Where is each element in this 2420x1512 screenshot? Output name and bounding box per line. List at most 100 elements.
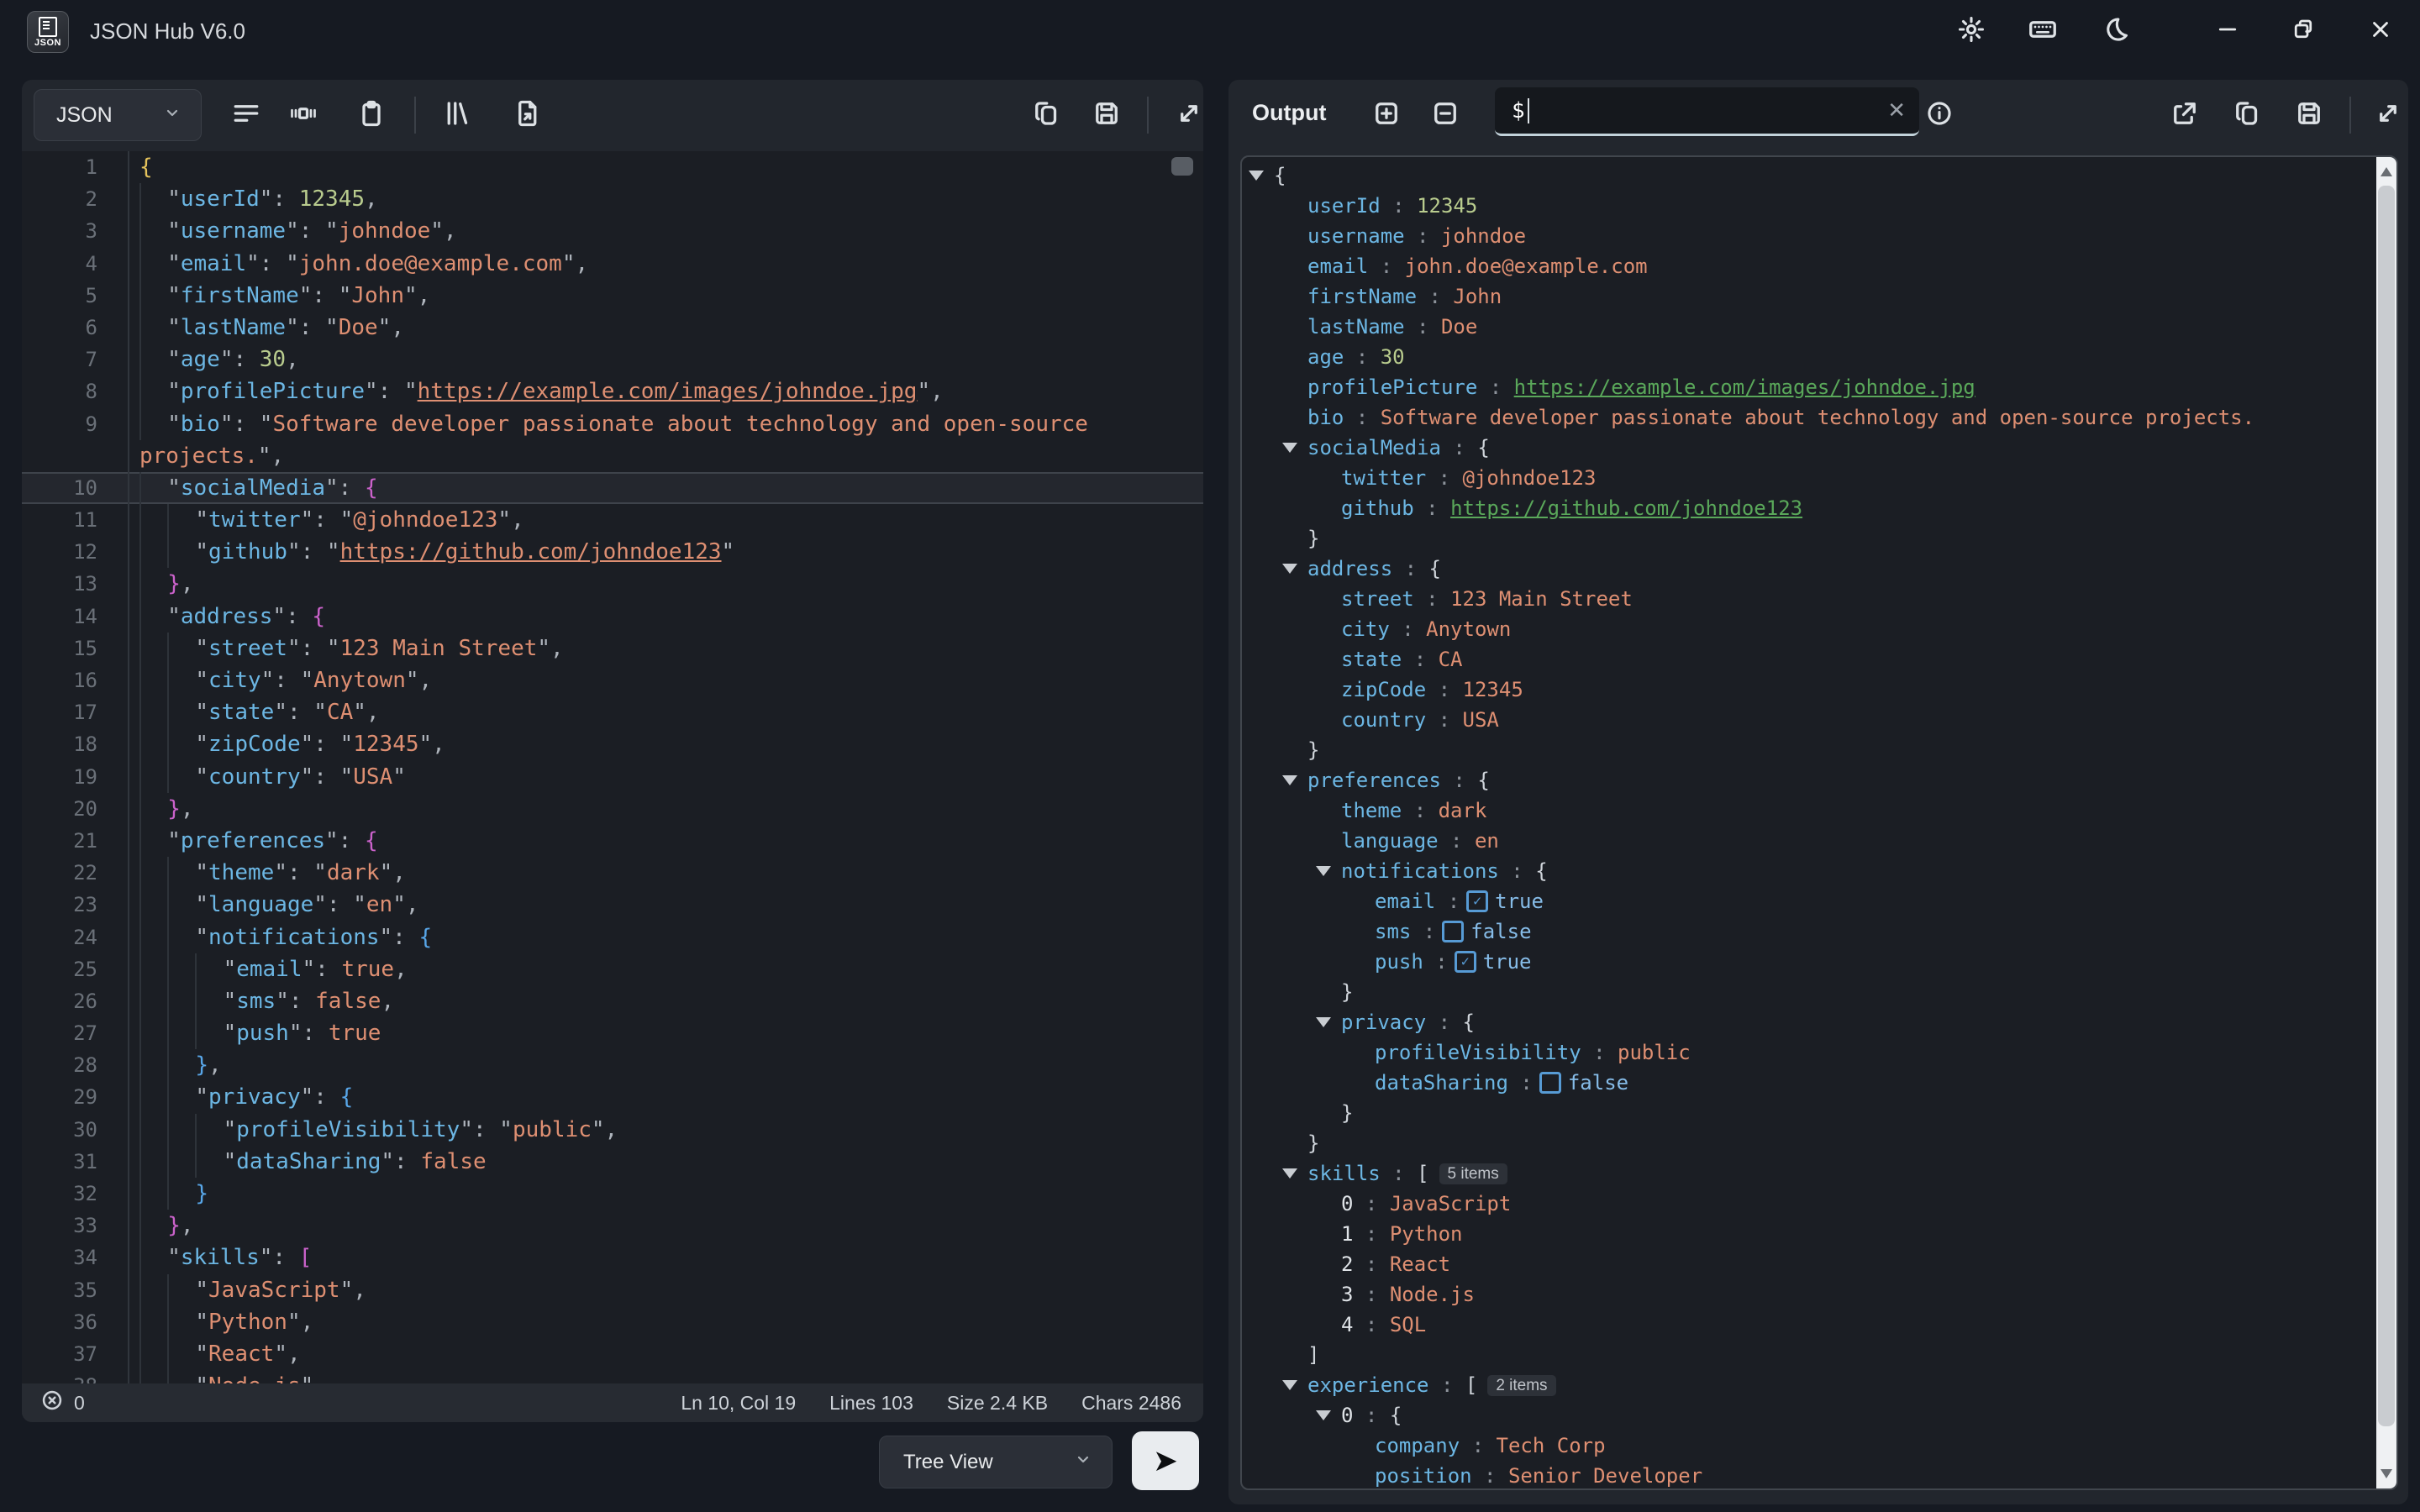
tree-key: skills bbox=[1307, 1158, 1381, 1189]
tree-row: lastName : Doe bbox=[1242, 312, 2375, 342]
collapse-all-button[interactable] bbox=[1428, 98, 1462, 132]
tree-link-value[interactable]: https://example.com/images/johndoe.jpg bbox=[1514, 372, 1975, 402]
tree-row: email :✓true bbox=[1242, 886, 2375, 916]
output-scrollbar-thumb[interactable] bbox=[2378, 186, 2395, 1426]
line-count: Lines 103 bbox=[829, 1392, 913, 1415]
editor-line: 15"street": "123 Main Street", bbox=[22, 633, 1203, 664]
tree-key: state bbox=[1341, 644, 1402, 675]
chevron-down-icon bbox=[1073, 1449, 1093, 1475]
copy-icon bbox=[1031, 98, 1061, 133]
editor-line: 30"profileVisibility": "public", bbox=[22, 1114, 1203, 1146]
line-number: 23 bbox=[22, 889, 129, 921]
library-button[interactable] bbox=[440, 98, 474, 132]
tree-key: dataSharing bbox=[1375, 1068, 1508, 1098]
copy-output-button[interactable] bbox=[2230, 98, 2264, 132]
line-number: 29 bbox=[22, 1081, 129, 1113]
collapse-arrow-icon[interactable] bbox=[1316, 1410, 1331, 1420]
editor-scrollbar-thumb[interactable] bbox=[1171, 157, 1193, 176]
collapse-arrow-icon[interactable] bbox=[1282, 1168, 1297, 1179]
theme-toggle-button[interactable] bbox=[2101, 16, 2131, 46]
tree-row: 1 : Python bbox=[1242, 1219, 2375, 1249]
output-scrollbar[interactable] bbox=[2376, 157, 2396, 1488]
share-output-button[interactable] bbox=[2168, 98, 2202, 132]
export-file-button[interactable] bbox=[510, 98, 544, 132]
line-number: 14 bbox=[22, 601, 129, 633]
expand-icon bbox=[2373, 98, 2403, 133]
tree-row: zipCode : 12345 bbox=[1242, 675, 2375, 705]
tree-row: username : johndoe bbox=[1242, 221, 2375, 251]
collapse-arrow-icon[interactable] bbox=[1282, 564, 1297, 574]
tree-value: 12345 bbox=[1463, 675, 1523, 705]
tree-value: Senior Developer bbox=[1508, 1461, 1702, 1490]
close-button[interactable] bbox=[2363, 13, 2398, 49]
run-button[interactable]: ➤ bbox=[1132, 1431, 1199, 1490]
line-number: 27 bbox=[22, 1017, 129, 1049]
save-output-button[interactable] bbox=[2292, 98, 2326, 132]
tree-key: position bbox=[1375, 1461, 1472, 1490]
collapse-arrow-icon[interactable] bbox=[1249, 171, 1264, 181]
collapse-arrow-icon[interactable] bbox=[1282, 443, 1297, 453]
tree-row: street : 123 Main Street bbox=[1242, 584, 2375, 614]
expand-all-button[interactable] bbox=[1370, 98, 1403, 132]
tree-row: twitter : @johndoe123 bbox=[1242, 463, 2375, 493]
checkbox-unchecked-icon bbox=[1442, 921, 1464, 942]
tree-key: experience bbox=[1307, 1370, 1429, 1400]
tree-brace: } bbox=[1341, 1098, 1353, 1128]
format-select[interactable]: JSON bbox=[34, 89, 202, 141]
tree-row: 3 : Node.js bbox=[1242, 1279, 2375, 1310]
editor-line: 31"dataSharing": false bbox=[22, 1146, 1203, 1178]
line-number: 2 bbox=[22, 183, 129, 215]
url-link[interactable]: https://example.com/images/johndoe.jpg bbox=[418, 375, 918, 407]
line-number: 24 bbox=[22, 921, 129, 953]
clear-filter-icon[interactable]: ✕ bbox=[1887, 97, 1906, 123]
collapse-arrow-icon[interactable] bbox=[1282, 1380, 1297, 1390]
editor-line: 29"privacy": { bbox=[22, 1081, 1203, 1113]
tree-index: 1 bbox=[1341, 1219, 1353, 1249]
tree-value: Software developer passionate about tech… bbox=[1381, 402, 2254, 433]
tree-value: Python bbox=[1390, 1219, 1463, 1249]
tree-brace: { bbox=[1463, 1007, 1475, 1037]
json-code-editor[interactable]: 1{2"userId": 12345,3"username": "johndoe… bbox=[22, 151, 1203, 1383]
tree-value: Node.js bbox=[1390, 1279, 1475, 1310]
restore-button[interactable] bbox=[2286, 13, 2321, 49]
editor-line: 1{ bbox=[22, 151, 1203, 183]
view-mode-value: Tree View bbox=[903, 1451, 993, 1474]
scroll-up-icon[interactable] bbox=[2381, 167, 2392, 176]
scroll-down-icon[interactable] bbox=[2381, 1469, 2392, 1478]
paste-button[interactable] bbox=[355, 98, 388, 132]
format-document-button[interactable] bbox=[229, 98, 263, 132]
jsonpath-filter-input[interactable]: $ ✕ bbox=[1495, 87, 1919, 136]
minify-button[interactable] bbox=[287, 98, 320, 132]
moon-icon bbox=[2102, 15, 2130, 48]
output-panel: Output $ ✕ bbox=[1228, 80, 2408, 1504]
minimize-button[interactable] bbox=[2210, 13, 2245, 49]
copy-json-button[interactable] bbox=[1029, 98, 1063, 132]
expand-editor-button[interactable] bbox=[1172, 98, 1206, 132]
tree-index: 3 bbox=[1341, 1279, 1353, 1310]
tree-link-value[interactable]: https://github.com/johndoe123 bbox=[1450, 493, 1802, 523]
filter-info-button[interactable] bbox=[1923, 98, 1956, 132]
collapse-arrow-icon[interactable] bbox=[1282, 775, 1297, 785]
settings-button[interactable] bbox=[1956, 16, 1986, 46]
line-number: 37 bbox=[22, 1338, 129, 1370]
line-number bbox=[22, 440, 129, 472]
line-number: 28 bbox=[22, 1049, 129, 1081]
line-number: 6 bbox=[22, 312, 129, 344]
collapse-arrow-icon[interactable] bbox=[1316, 1017, 1331, 1027]
app-window: JSON JSON Hub V6.0 bbox=[0, 0, 2420, 1512]
save-json-button[interactable] bbox=[1090, 98, 1123, 132]
tree-value: true bbox=[1483, 947, 1532, 977]
tree-brace: { bbox=[1535, 856, 1547, 886]
expand-output-button[interactable] bbox=[2371, 98, 2405, 132]
item-count-badge: 5 items bbox=[1439, 1163, 1507, 1184]
keyboard-shortcuts-button[interactable] bbox=[2028, 16, 2058, 46]
save-icon bbox=[2294, 98, 2324, 133]
view-mode-select[interactable]: Tree View bbox=[879, 1436, 1113, 1488]
editor-line: 21"preferences": { bbox=[22, 825, 1203, 857]
tree-value: true bbox=[1495, 886, 1544, 916]
collapse-arrow-icon[interactable] bbox=[1316, 866, 1331, 876]
editor-line: 4"email": "john.doe@example.com", bbox=[22, 248, 1203, 280]
tree-row: firstName : John bbox=[1242, 281, 2375, 312]
title-bar: JSON JSON Hub V6.0 bbox=[0, 0, 2420, 60]
url-link[interactable]: https://github.com/johndoe123 bbox=[340, 536, 722, 568]
